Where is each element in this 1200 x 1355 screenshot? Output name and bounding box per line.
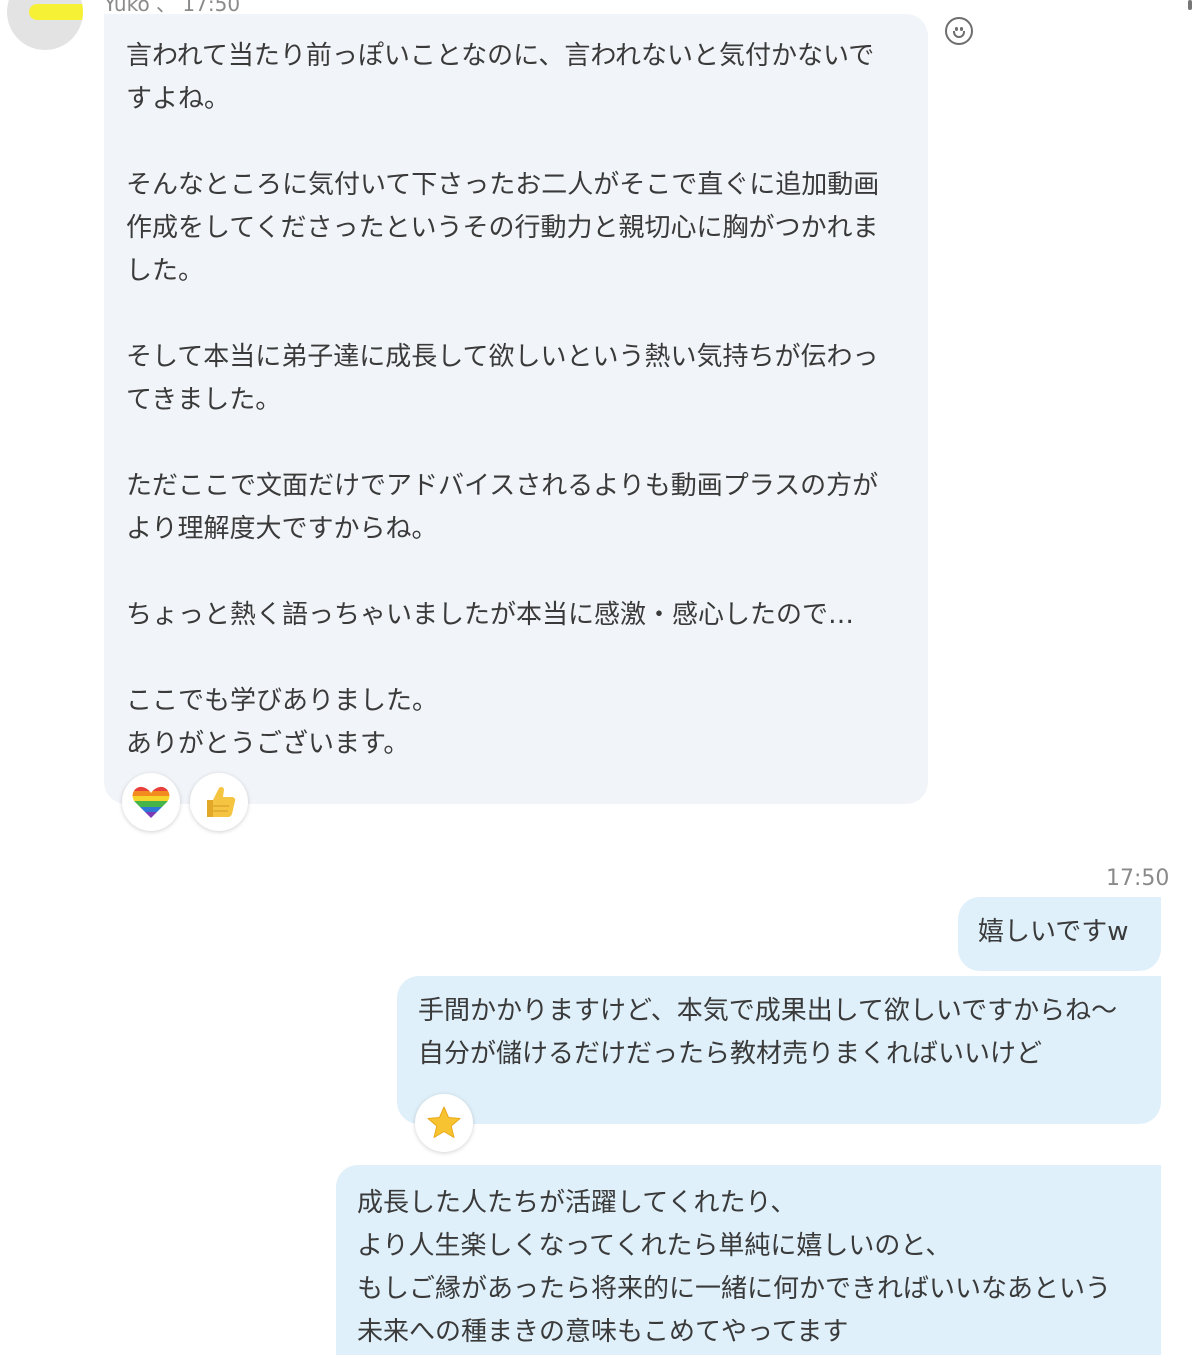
add-reaction-icon[interactable] bbox=[945, 17, 973, 45]
smile-mouth bbox=[953, 31, 965, 38]
sender-avatar[interactable] bbox=[7, 0, 83, 50]
redaction-mark bbox=[29, 4, 83, 20]
thumbs-up-icon bbox=[207, 786, 236, 817]
outgoing-message: 成長した人たちが活躍してくれたり、 より人生楽しくなってくれたら単純に嬉しいのと… bbox=[336, 1165, 1161, 1355]
incoming-message: 言われて当たり前っぽいことなのに、言われないと気付かないで すよね。 そんなとこ… bbox=[104, 14, 928, 804]
reaction-thumbs-up[interactable] bbox=[190, 773, 248, 831]
message-timestamp: 17:50 bbox=[1106, 866, 1170, 891]
outgoing-message: 手間かかりますけど、本気で成果出して欲しいですからね〜 自分が儲けるだけだったら… bbox=[397, 976, 1161, 1124]
reaction-rainbow-heart[interactable] bbox=[122, 773, 180, 831]
more-options-icon[interactable] bbox=[1188, 0, 1192, 10]
rainbow-heart-icon bbox=[132, 786, 170, 819]
star-icon bbox=[427, 1106, 461, 1138]
reaction-star[interactable] bbox=[415, 1094, 473, 1152]
outgoing-message: 嬉しいですw bbox=[958, 897, 1161, 971]
